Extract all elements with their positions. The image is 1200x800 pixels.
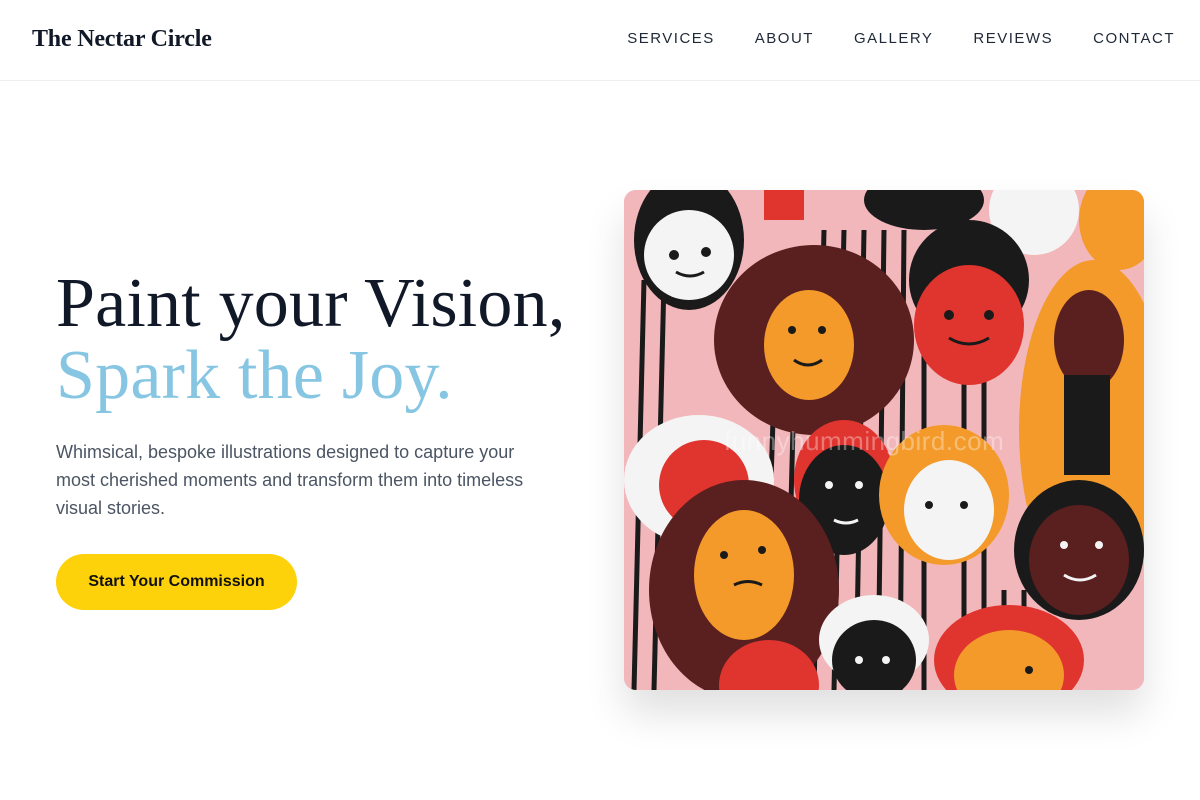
hero-title: Paint your Vision, Spark the Joy. xyxy=(56,268,566,412)
nav-about[interactable]: ABOUT xyxy=(755,30,814,47)
hero-description: Whimsical, bespoke illustrations designe… xyxy=(56,442,524,518)
nav-services[interactable]: SERVICES xyxy=(627,30,715,47)
image-watermark: funnyhummingbird.com xyxy=(724,426,1005,456)
start-commission-button[interactable]: Start Your Commission xyxy=(56,554,297,610)
hero-title-line2: Spark the Joy. xyxy=(56,337,453,414)
hero-title-line1: Paint your Vision, xyxy=(56,265,566,342)
nav-contact[interactable]: CONTACT xyxy=(1093,30,1175,47)
hero-illustration: funnyhummingbird.com xyxy=(624,190,1144,690)
nav-reviews[interactable]: REVIEWS xyxy=(973,30,1053,47)
brand-logo[interactable]: The Nectar Circle xyxy=(32,26,212,53)
nav-gallery[interactable]: GALLERY xyxy=(854,30,933,47)
site-header: The Nectar Circle SERVICES ABOUT GALLERY… xyxy=(0,0,1200,81)
main-nav: SERVICES ABOUT GALLERY REVIEWS CONTACT xyxy=(627,30,1175,47)
